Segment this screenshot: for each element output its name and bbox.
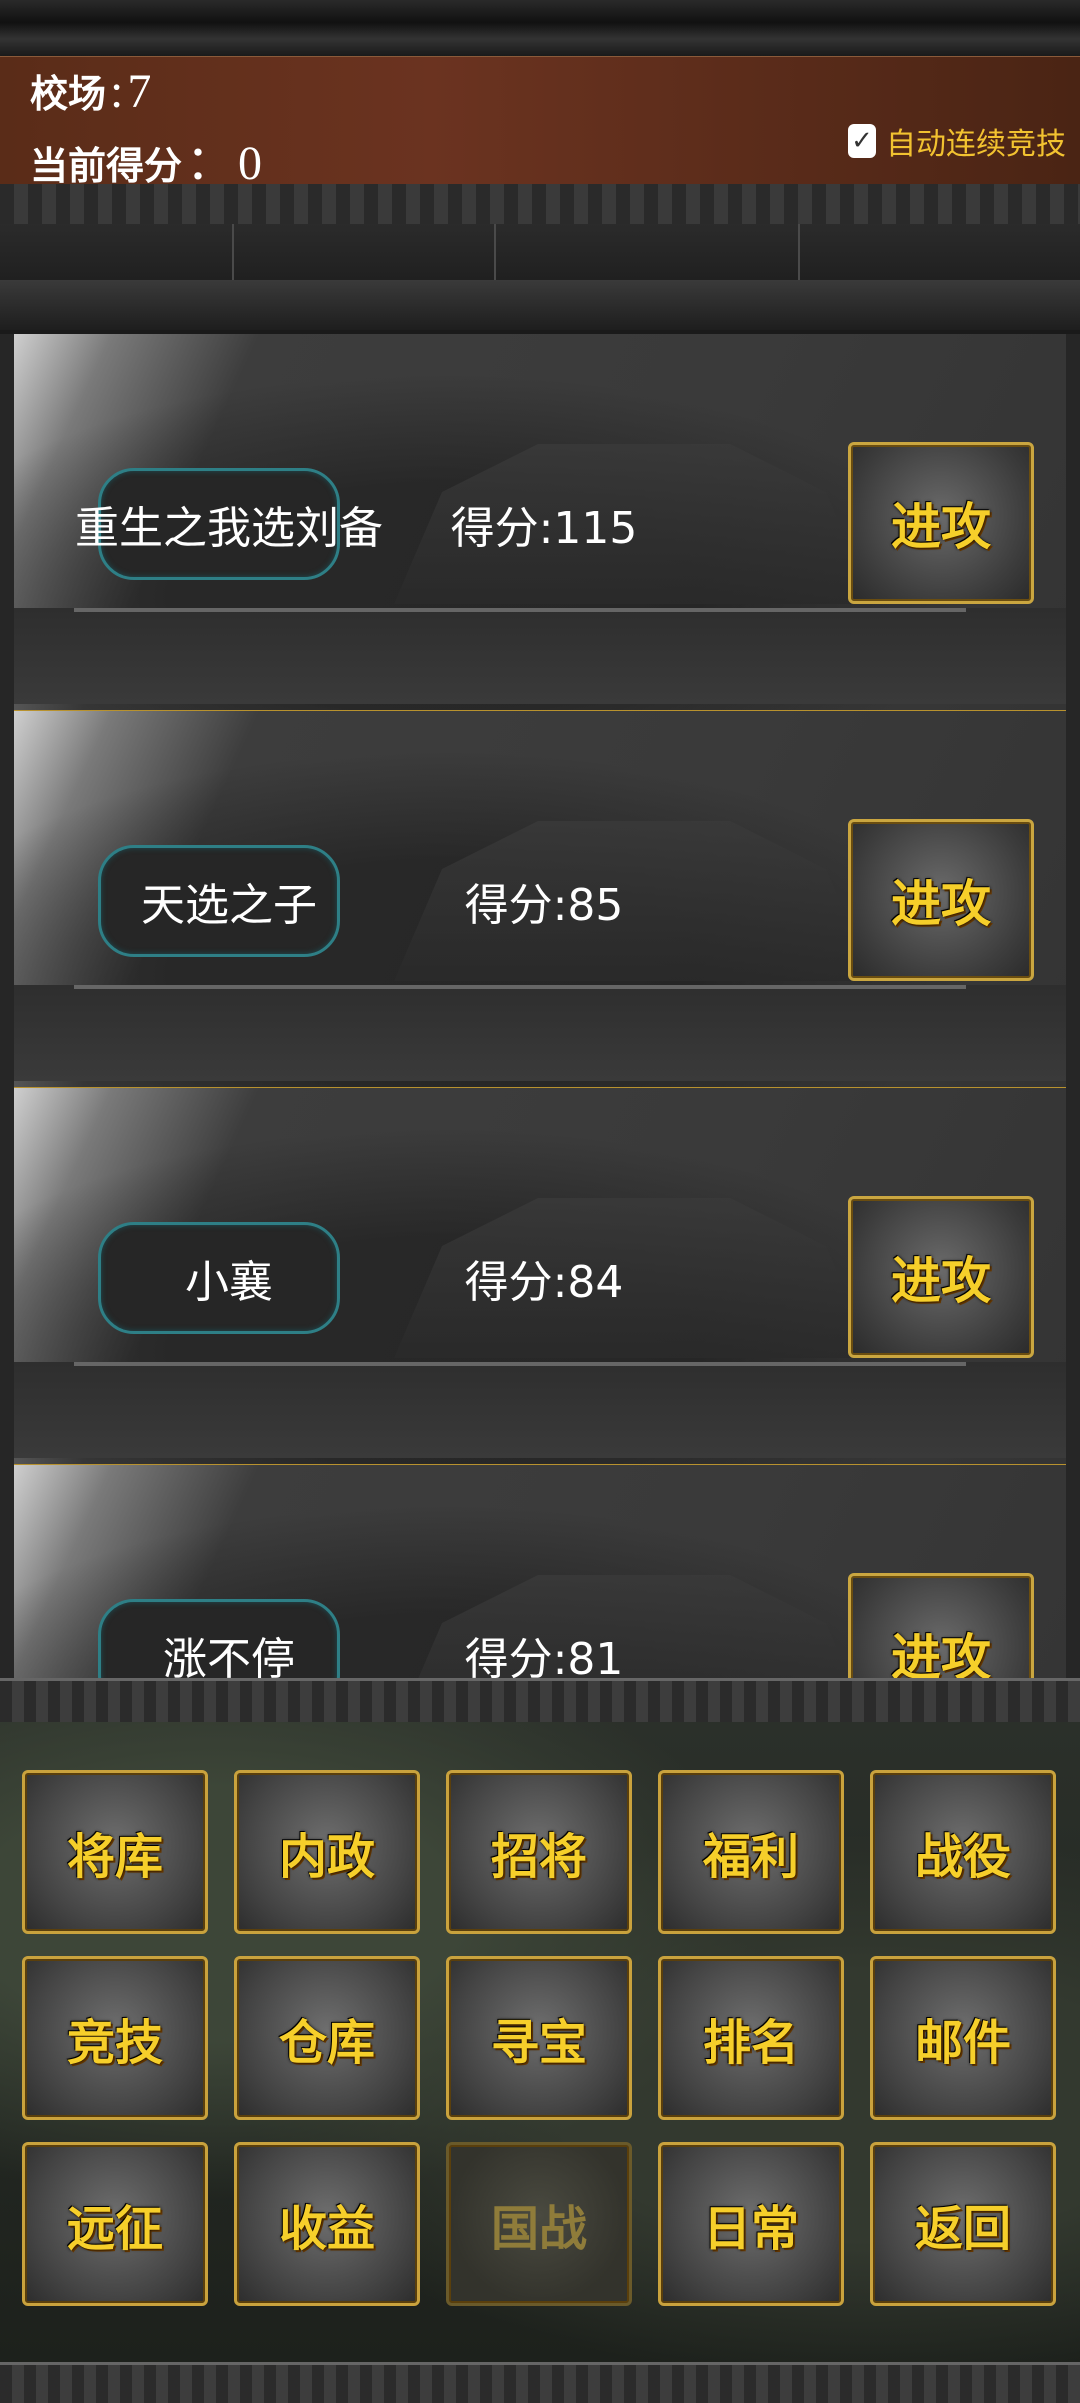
menu-button-recruit[interactable]: 招将: [446, 1770, 632, 1934]
menu-button-mail[interactable]: 邮件: [870, 1956, 1056, 2120]
decor-band: [0, 184, 1080, 226]
menu-button-treasure-hunt[interactable]: 寻宝: [446, 1956, 632, 2120]
opponent-name: 重生之我选刘备: [75, 503, 383, 554]
decor-band-lower: [0, 280, 1080, 330]
arena-value: 7: [127, 65, 152, 118]
current-score-line: 当前得分：0: [30, 123, 262, 193]
opponent-score: 得分:84: [464, 1257, 624, 1308]
tab-divider: [232, 224, 234, 280]
menu-button-campaign[interactable]: 战役: [870, 1770, 1056, 1934]
tab-bar: [0, 224, 1080, 283]
main-menu-grid: 将库 内政 招将 福利 战役 竞技 仓库 寻宝 排名 邮件 远征 收益 国战 日…: [0, 1722, 1080, 2362]
menu-button-general-library[interactable]: 将库: [22, 1770, 208, 1934]
opponent-score: 得分:115: [450, 503, 638, 554]
tab-divider: [798, 224, 800, 280]
opponent-score: 得分:85: [464, 880, 624, 931]
menu-button-arena[interactable]: 竞技: [22, 1956, 208, 2120]
current-score-label: 当前得分: [30, 143, 183, 188]
opponent-row: 重生之我选刘备 得分:115 进攻: [14, 334, 1066, 714]
attack-button[interactable]: 进攻: [848, 819, 1034, 981]
opponent-row: 涨不停 得分:81 进攻: [14, 1465, 1066, 1678]
opponent-list[interactable]: 重生之我选刘备 得分:115 进攻 天选之子 得分:85 进攻 小襄 得分:84…: [0, 334, 1080, 1678]
row-ground: [14, 985, 1066, 1081]
menu-button-ranking[interactable]: 排名: [658, 1956, 844, 2120]
menu-button-expedition[interactable]: 远征: [22, 2142, 208, 2306]
opponent-name: 涨不停: [163, 1634, 295, 1678]
auto-continue-toggle[interactable]: ✓ 自动连续竞技: [848, 119, 1066, 163]
arena-header: 校场:7 当前得分：0 ✓ 自动连续竞技: [0, 56, 1080, 190]
arena-colon: :: [110, 65, 124, 118]
bottom-decor-strip: [0, 2362, 1080, 2403]
menu-button-nation-war[interactable]: 国战: [446, 2142, 632, 2306]
row-ground: [14, 608, 1066, 704]
top-decor-strip: [0, 0, 1080, 58]
arena-label: 校场: [30, 71, 107, 116]
opponent-row: 小襄 得分:84 进攻: [14, 1088, 1066, 1468]
opponent-name: 小襄: [185, 1257, 273, 1308]
opponent-name: 天选之子: [141, 880, 317, 931]
menu-top-border: [0, 1678, 1080, 1728]
arena-line: 校场:7: [30, 63, 151, 119]
score-colon: ：: [186, 137, 235, 190]
menu-button-income[interactable]: 收益: [234, 2142, 420, 2306]
menu-button-back[interactable]: 返回: [870, 2142, 1056, 2306]
menu-button-warehouse[interactable]: 仓库: [234, 1956, 420, 2120]
attack-button[interactable]: 进攻: [848, 1196, 1034, 1358]
opponent-row: 天选之子 得分:85 进攻: [14, 711, 1066, 1091]
auto-continue-label: 自动连续竞技: [886, 127, 1066, 162]
check-icon[interactable]: ✓: [848, 124, 876, 158]
attack-button[interactable]: 进攻: [848, 1573, 1034, 1678]
menu-button-internal-affairs[interactable]: 内政: [234, 1770, 420, 1934]
tab-divider: [494, 224, 496, 280]
menu-button-welfare[interactable]: 福利: [658, 1770, 844, 1934]
current-score-value: 0: [238, 137, 263, 190]
menu-button-daily[interactable]: 日常: [658, 2142, 844, 2306]
row-ground: [14, 1362, 1066, 1458]
attack-button[interactable]: 进攻: [848, 442, 1034, 604]
opponent-score: 得分:81: [464, 1634, 624, 1678]
